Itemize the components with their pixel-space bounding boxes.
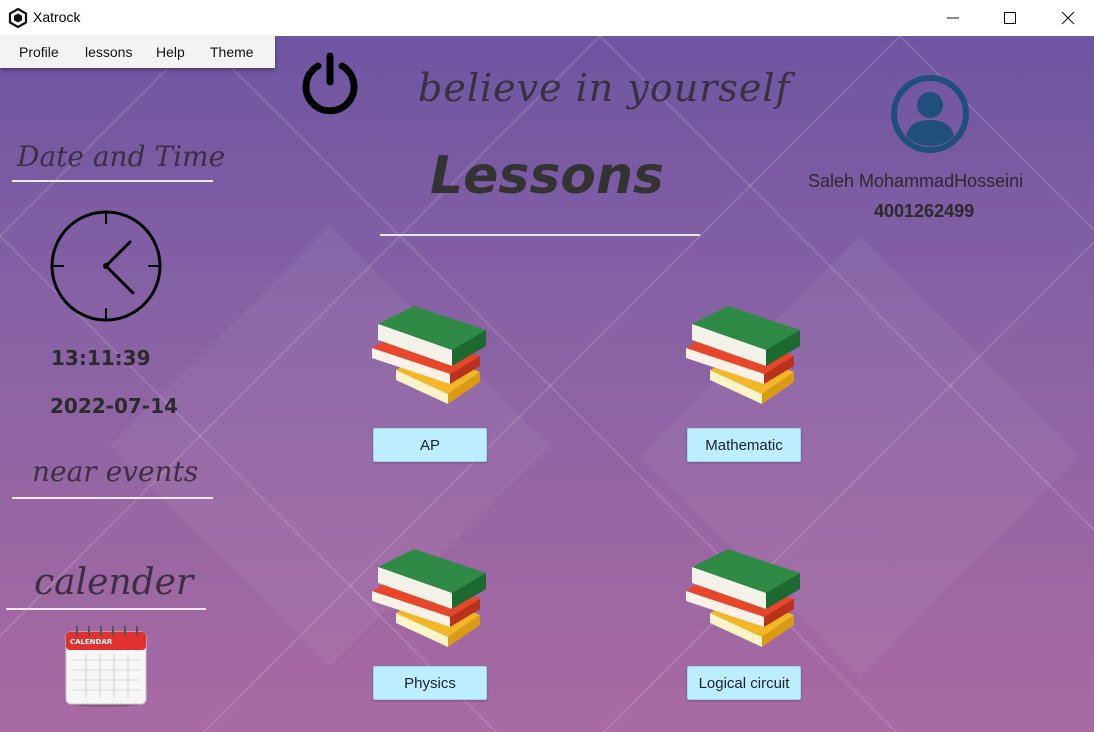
page-title: Lessons [430, 146, 664, 206]
menu-help[interactable]: Help [156, 44, 185, 60]
lesson-logical-circuit-button[interactable]: Logical circuit [687, 666, 801, 700]
menu-theme[interactable]: Theme [210, 44, 254, 60]
date-display: 2022-07-14 [50, 394, 178, 418]
calendar-icon[interactable]: CALENDAR [58, 620, 154, 708]
minimize-icon [947, 17, 959, 19]
lesson-mathematic-button[interactable]: Mathematic [687, 428, 801, 462]
title-divider [380, 234, 700, 236]
menu-profile[interactable]: Profile [19, 44, 59, 60]
date-time-heading: Date and Time [17, 140, 226, 173]
menu-bar: Profile lessons Help Theme [0, 36, 275, 68]
time-display: 13:11:39 [51, 346, 151, 370]
books-icon [372, 549, 486, 647]
clock-icon [50, 210, 162, 322]
app-logo-icon [8, 8, 28, 28]
user-name: Saleh MohammadHosseini [808, 171, 1024, 191]
lesson-ap-button[interactable]: AP [373, 428, 487, 462]
user-id: 4001262499 [874, 201, 975, 221]
books-icon [686, 306, 800, 404]
calendar-icon-label: CALENDAR [70, 638, 113, 646]
calendar-heading: calender [34, 562, 194, 603]
close-icon [1061, 11, 1075, 25]
lesson-physics-button[interactable]: Physics [373, 666, 487, 700]
maximize-icon [1004, 12, 1016, 24]
power-icon[interactable] [298, 52, 362, 116]
window-title: Xatrock [33, 9, 81, 25]
calendar-divider [6, 608, 206, 610]
user-avatar-icon[interactable] [890, 74, 970, 154]
books-icon [686, 549, 800, 647]
near-events-divider [12, 497, 213, 499]
books-icon [372, 306, 486, 404]
near-events-heading: near events [32, 455, 199, 488]
date-time-divider [12, 180, 213, 182]
maximize-button[interactable] [987, 0, 1033, 36]
motto-text: believe in yourself [418, 66, 791, 110]
menu-lessons[interactable]: lessons [85, 44, 132, 60]
title-bar: Xatrock [0, 0, 1094, 37]
close-button[interactable] [1045, 0, 1091, 36]
minimize-button[interactable] [930, 0, 976, 36]
